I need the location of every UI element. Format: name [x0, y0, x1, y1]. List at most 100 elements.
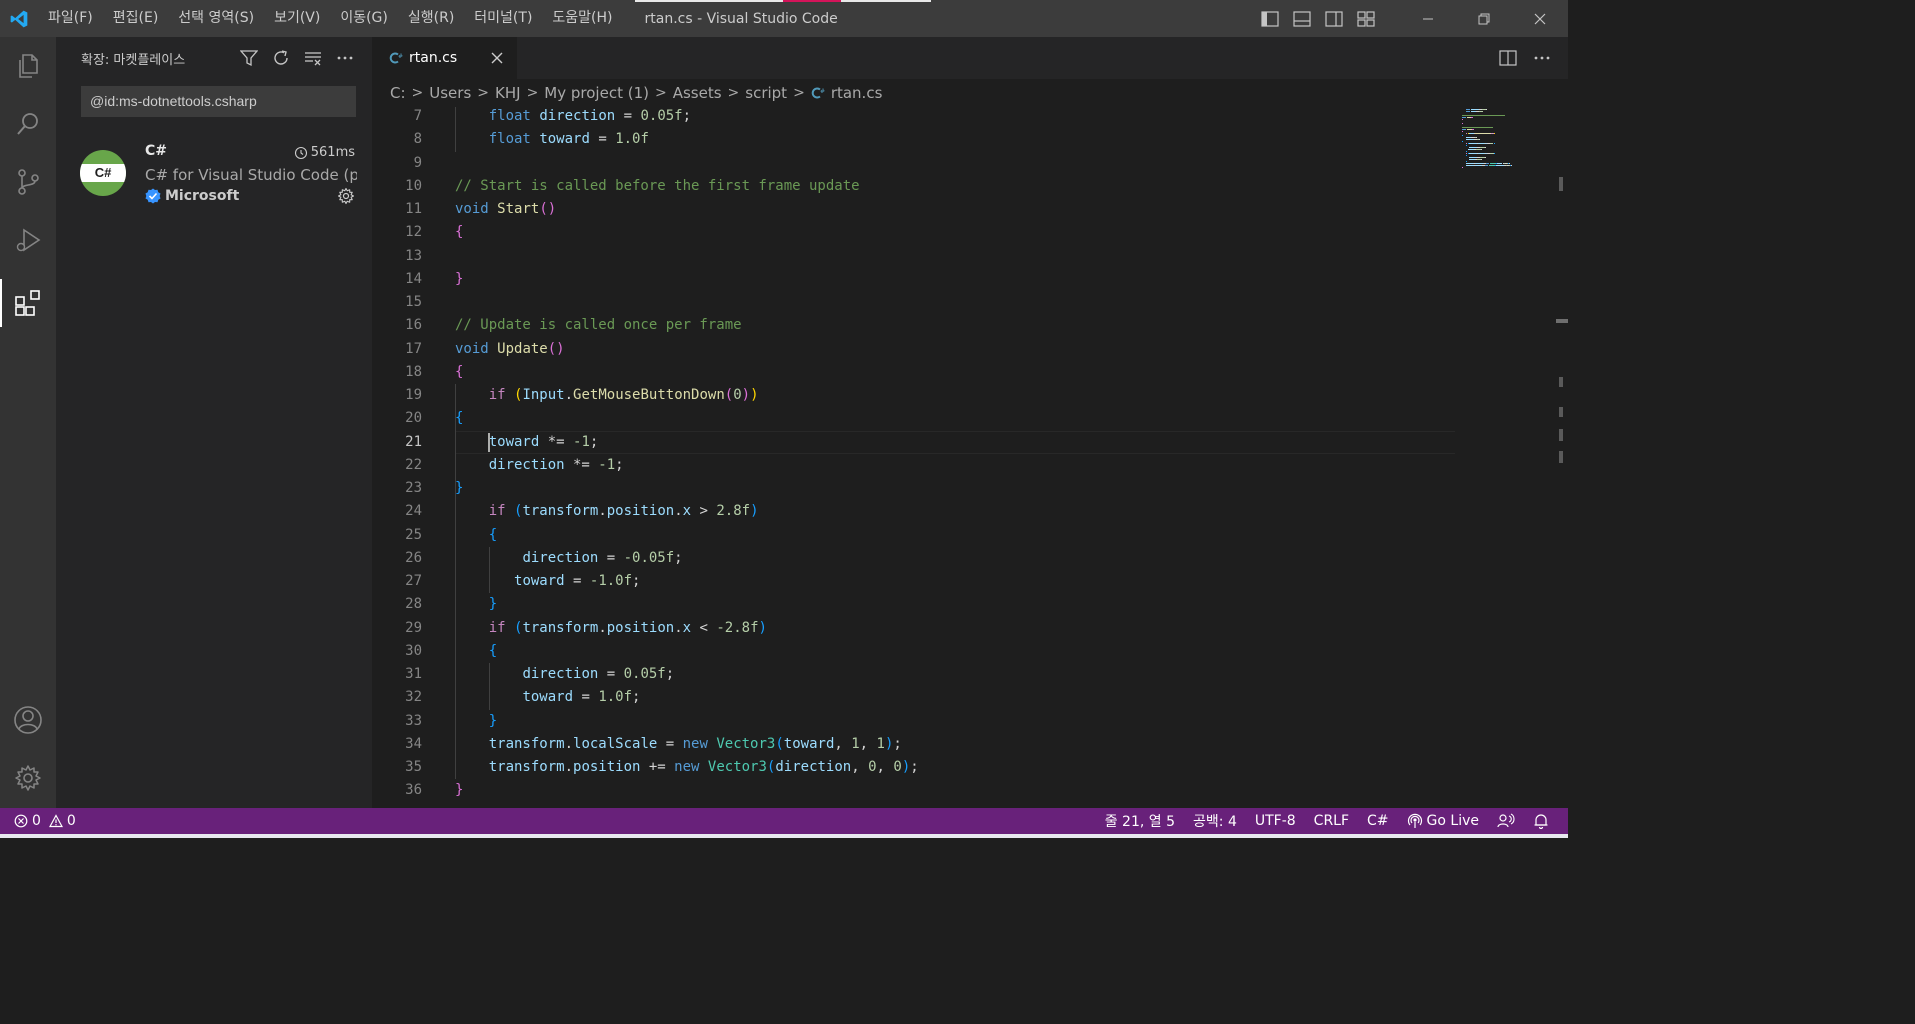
chevron-right-icon: >	[727, 85, 740, 101]
code-line: {	[488, 642, 498, 659]
source-control-icon[interactable]	[0, 158, 56, 206]
breadcrumb-users[interactable]: Users	[429, 84, 471, 102]
minimap-line	[1493, 143, 1495, 144]
language-mode[interactable]: C#	[1358, 813, 1398, 829]
run-debug-icon[interactable]	[0, 216, 56, 264]
editor-tabs: # rtan.cs	[372, 37, 1568, 79]
extension-list-item[interactable]: C# C# 561ms C# for Visual Studio Code (p…	[56, 139, 372, 211]
menu-help[interactable]: 도움말(H)	[542, 0, 622, 37]
line-number: 19	[405, 387, 422, 403]
line-number: 25	[405, 526, 422, 543]
minimap-line	[1465, 151, 1467, 152]
extension-description: C# for Visual Studio Code (p...	[145, 166, 357, 184]
tab-close-icon[interactable]	[489, 50, 505, 66]
line-number: 13	[405, 247, 422, 264]
line-number: 22	[405, 456, 422, 473]
filter-icon[interactable]	[236, 45, 262, 71]
scrollbar-marker	[1559, 377, 1563, 387]
feedback-icon[interactable]	[1488, 813, 1524, 829]
code-line: }	[455, 480, 464, 496]
minimap-line	[1510, 165, 1512, 166]
scrollbar-marker	[1559, 177, 1563, 191]
minimize-icon[interactable]	[1400, 0, 1456, 37]
menu-go[interactable]: 이동(G)	[330, 0, 398, 37]
go-live-button[interactable]: Go Live	[1398, 813, 1488, 829]
code-line: direction = -0.05f;	[522, 549, 683, 566]
menu-edit[interactable]: 편집(E)	[103, 0, 169, 37]
problems-indicator[interactable]: 0 0	[14, 808, 76, 834]
minimap-line	[1469, 143, 1478, 144]
breadcrumb-user[interactable]: KHJ	[495, 84, 521, 102]
breadcrumb-project[interactable]: My project (1)	[544, 84, 649, 102]
extension-name: C#	[145, 143, 168, 159]
settings-gear-icon[interactable]	[0, 754, 56, 802]
editor-more-actions-icon[interactable]	[1530, 46, 1554, 70]
code-line: if (Input.GetMouseButtonDown(0))	[488, 387, 759, 403]
minimap-line	[1465, 139, 1474, 140]
breadcrumb-file-label: rtan.cs	[830, 84, 883, 102]
extension-search-input[interactable]	[81, 86, 356, 117]
line-number: 14	[405, 270, 422, 287]
line-number: 18	[405, 363, 422, 380]
minimap[interactable]	[1460, 107, 1556, 808]
encoding[interactable]: UTF-8	[1246, 813, 1305, 829]
history-icon	[294, 146, 307, 159]
menu-view[interactable]: 보기(V)	[264, 0, 330, 37]
minimap-line	[1462, 123, 1463, 124]
toggle-panel-icon[interactable]	[1286, 0, 1318, 37]
notifications-bell-icon[interactable]	[1524, 813, 1558, 829]
refresh-icon[interactable]	[268, 45, 294, 71]
minimap-line	[1508, 163, 1510, 164]
minimap-line	[1478, 153, 1486, 154]
menu-selection[interactable]: 선택 영역(S)	[168, 0, 264, 37]
manage-extension-gear-icon[interactable]	[337, 187, 355, 205]
line-number: 20	[405, 410, 422, 427]
breadcrumb-file[interactable]: # rtan.cs	[811, 84, 883, 102]
minimap-line	[1462, 119, 1463, 120]
code-line: toward = 1.0f;	[522, 689, 641, 706]
breadcrumb-assets[interactable]: Assets	[673, 84, 722, 102]
toggle-secondary-sidebar-icon[interactable]	[1318, 0, 1350, 37]
menu-terminal[interactable]: 터미널(T)	[464, 0, 542, 37]
close-window-icon[interactable]	[1512, 0, 1568, 37]
restore-icon[interactable]	[1456, 0, 1512, 37]
split-editor-icon[interactable]	[1496, 46, 1520, 70]
minimap-line	[1462, 127, 1493, 128]
line-number: 28	[405, 596, 422, 613]
editor-scrollbar[interactable]	[1556, 107, 1568, 808]
cursor-position[interactable]: 줄 21, 열 5	[1096, 811, 1184, 831]
minimap-line	[1465, 143, 1468, 144]
clear-results-icon[interactable]	[300, 45, 326, 71]
extensions-icon[interactable]	[0, 279, 56, 327]
search-icon[interactable]	[0, 100, 56, 148]
code-editor[interactable]: 7 8 9 10 11 12 13 14 15 16 17 18 19 20 21 22 23 24 25 26 27 2…	[372, 107, 1568, 808]
vscode-logo-icon	[0, 0, 38, 37]
line-number: 9	[413, 154, 422, 171]
account-icon[interactable]	[0, 696, 56, 744]
customize-layout-icon[interactable]	[1350, 0, 1382, 37]
menu-file[interactable]: 파일(F)	[38, 0, 103, 37]
indentation[interactable]: 공백: 4	[1184, 811, 1246, 831]
tab-rtan-cs[interactable]: # rtan.cs	[372, 37, 517, 79]
minimap-line	[1465, 145, 1467, 146]
more-actions-icon[interactable]	[332, 45, 358, 71]
csharp-file-icon: #	[811, 87, 825, 99]
minimap-line	[1485, 165, 1489, 166]
code-line: }	[488, 596, 498, 613]
sidebar-title: 확장: 마켓플레이스	[81, 52, 186, 68]
explorer-icon[interactable]	[0, 42, 56, 90]
end-of-line[interactable]: CRLF	[1305, 813, 1358, 829]
minimap-line	[1486, 109, 1488, 110]
breadcrumb-script[interactable]: script	[745, 84, 787, 102]
minimap-line	[1462, 117, 1466, 118]
code-content[interactable]: float direction = 0.05f; float toward = …	[455, 107, 1455, 808]
code-line: // Update is called once per frame	[455, 317, 742, 334]
line-number: 29	[405, 619, 422, 636]
minimap-line	[1474, 165, 1482, 166]
csharp-extension-icon: C#	[80, 150, 126, 196]
breadcrumb-drive[interactable]: C:	[390, 84, 406, 102]
status-bar: 0 0 줄 21, 열 5 공백: 4 UTF-8 CRLF C# Go Liv…	[0, 808, 1568, 834]
menu-run[interactable]: 실행(R)	[398, 0, 464, 37]
toggle-primary-sidebar-icon[interactable]	[1254, 0, 1286, 37]
csharp-icon-label: C#	[94, 165, 112, 180]
